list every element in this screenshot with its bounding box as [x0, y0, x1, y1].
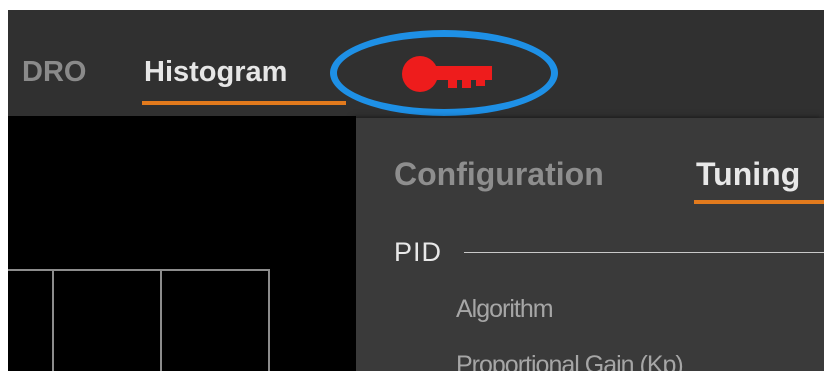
grid-line	[8, 269, 270, 271]
active-tab-indicator	[142, 101, 346, 105]
app-window: DRO Histogram Configuration Tuning PID A…	[8, 10, 824, 371]
field-label-algorithm: Algorithm	[456, 295, 554, 323]
grid-line	[160, 269, 162, 371]
tab-tuning[interactable]: Tuning	[696, 154, 800, 194]
tab-histogram[interactable]: Histogram	[144, 54, 344, 90]
grid-line	[52, 269, 54, 371]
active-panel-tab-indicator	[694, 200, 824, 204]
settings-panel: Configuration Tuning PID Algorithm Propo…	[356, 118, 824, 371]
histogram-plot	[8, 116, 356, 371]
top-tab-bar: DRO Histogram	[8, 10, 824, 116]
section-title-pid: PID	[394, 237, 443, 267]
section-divider	[464, 252, 824, 253]
tab-configuration[interactable]: Configuration	[394, 154, 604, 194]
key-icon[interactable]	[398, 52, 494, 96]
grid-line	[268, 269, 270, 371]
tab-dro[interactable]: DRO	[22, 54, 86, 90]
field-label-proportional-gain: Proportional Gain (Kp)	[456, 351, 684, 371]
